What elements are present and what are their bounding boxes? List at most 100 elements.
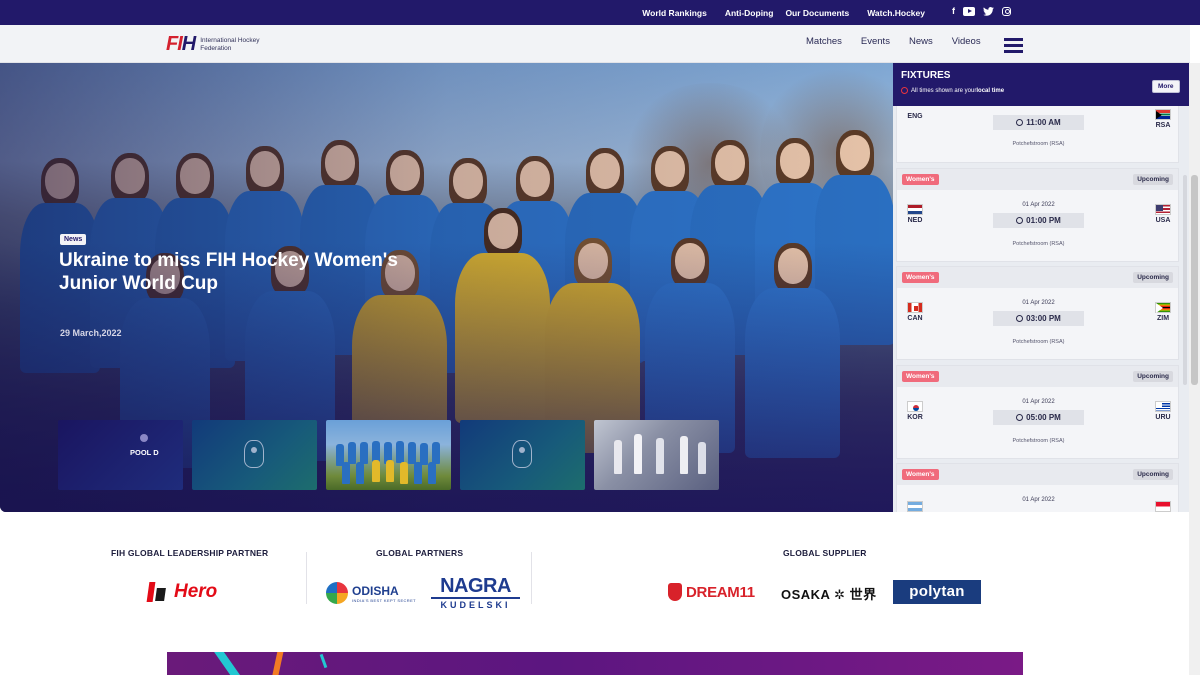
instagram-icon[interactable] [1002, 6, 1011, 16]
away-team: RSA [1150, 109, 1176, 129]
rsa-flag-icon [1155, 109, 1171, 120]
ned-flag-icon [907, 204, 923, 215]
fixture-date: 01 Apr 2022 [1022, 202, 1055, 208]
nav-menu: Matches Events News Videos [806, 36, 1000, 47]
team-code: CAN [907, 315, 923, 322]
thumbnail-emblem[interactable] [192, 420, 317, 490]
hero-carousel[interactable]: News Ukraine to miss FIH Hockey Women's … [0, 63, 893, 512]
thumbnail-team-photo[interactable] [326, 420, 451, 490]
status-chip: Upcoming [1133, 469, 1173, 480]
fixture-chip-row: Women's Upcoming [897, 169, 1178, 190]
global-supplier-title: GLOBAL SUPPLIER [783, 548, 867, 558]
leadership-partner-title: FIH GLOBAL LEADERSHIP PARTNER [111, 548, 269, 558]
home-team: CAN [902, 302, 928, 322]
nav-item-news[interactable]: News [909, 36, 933, 47]
team-code: RSA [1155, 122, 1171, 129]
nagra-logo-text: NAGRA [431, 576, 520, 599]
fixture-venue: Potchefstroom (RSA) [1012, 141, 1065, 147]
social-links: f [952, 6, 1011, 16]
team-code: NED [907, 217, 923, 224]
team-code: ENG [907, 113, 923, 120]
away-team: USA [1150, 204, 1176, 224]
away-team: ZIM [1150, 302, 1176, 322]
thumbnail-emblem[interactable] [460, 420, 585, 490]
info-circle-icon [901, 87, 908, 94]
polytan-supplier-logo[interactable]: polytan [893, 580, 981, 604]
fixture-date: 01 Apr 2022 [1022, 300, 1055, 306]
partner-divider [306, 552, 307, 604]
global-partners-title: GLOBAL PARTNERS [376, 548, 464, 558]
fixture-chip-row: Women's Upcoming [897, 267, 1178, 288]
fixture-date: 01 Apr 2022 [1022, 497, 1055, 503]
fixture-date: 01 Apr 2022 [1022, 399, 1055, 405]
home-team: NED [902, 204, 928, 224]
thumbnail-label: POOL D [130, 448, 159, 457]
dream11-supplier-logo[interactable]: DREAM11 [668, 583, 755, 601]
clock-icon [1016, 119, 1024, 126]
nav-item-matches[interactable]: Matches [806, 36, 842, 47]
can-flag-icon [907, 302, 923, 313]
nav-item-videos[interactable]: Videos [952, 36, 981, 47]
fixture-venue: Potchefstroom (RSA) [1012, 438, 1065, 444]
fih-logo[interactable]: FIH International Hockey Federation [166, 33, 272, 56]
hero-headline[interactable]: Ukraine to miss FIH Hockey Women's Junio… [59, 249, 439, 295]
hero-thumbnails: POOL D [58, 420, 719, 490]
team-code: URU [1155, 414, 1171, 421]
hero-logo-mark-icon [148, 580, 166, 604]
hero-partner-logo[interactable]: Hero [148, 580, 217, 604]
hero-category-tag[interactable]: News [60, 234, 87, 245]
utility-links: World Rankings Anti-Doping Our Documents… [624, 0, 925, 25]
status-chip: Upcoming [1133, 174, 1173, 185]
team-code: USA [1155, 217, 1171, 224]
dream11-helmet-icon [668, 583, 682, 601]
status-chip: Upcoming [1133, 272, 1173, 283]
odisha-partner-logo[interactable]: ODISHA INDIA'S BEST KEPT SECRET [326, 582, 416, 604]
usa-flag-icon [1155, 204, 1171, 215]
kor-flag-icon [907, 401, 923, 412]
utility-link-our-documents[interactable]: Our Documents [785, 8, 849, 18]
banner-stripe [271, 652, 285, 675]
fixtures-scrollbar[interactable] [1183, 175, 1187, 385]
top-utility-bar: World Rankings Anti-Doping Our Documents… [0, 0, 1200, 25]
logo-text: International Hockey Federation [200, 36, 260, 52]
osaka-supplier-logo[interactable]: OSAKA ✲ 世界 [781, 584, 877, 603]
fixture-time: 03:00 PM [993, 311, 1084, 326]
pool-emblem-icon [140, 434, 148, 442]
fixture-card[interactable]: Women's Upcoming 01 Apr 2022 CAN ZIM 03:… [896, 266, 1179, 360]
facebook-icon[interactable]: f [952, 6, 955, 16]
clock-icon [1016, 414, 1024, 421]
fixtures-header: FIXTURES All times shown are your local … [893, 63, 1189, 106]
fixture-card[interactable]: Women's Upcoming 01 Apr 2022 [896, 463, 1179, 512]
fixture-time: 05:00 PM [993, 410, 1084, 425]
promo-banner[interactable] [167, 652, 1023, 675]
odisha-tagline: INDIA'S BEST KEPT SECRET [352, 597, 417, 603]
fixture-card[interactable]: Women's Upcoming 01 Apr 2022 KOR URU 05:… [896, 365, 1179, 459]
youtube-icon[interactable] [963, 6, 975, 16]
banner-stripe [319, 653, 328, 669]
fixture-chip-row: Women's Upcoming [897, 366, 1178, 387]
utility-link-world-rankings[interactable]: World Rankings [642, 8, 707, 18]
page-scrollbar-thumb[interactable] [1191, 175, 1198, 385]
fih-emblem-icon [512, 440, 532, 468]
away-team: URU [1150, 401, 1176, 421]
nav-item-events[interactable]: Events [861, 36, 890, 47]
category-chip: Women's [902, 272, 939, 283]
hamburger-menu-icon[interactable] [1004, 38, 1023, 53]
hero-logo-text: Hero [174, 581, 218, 602]
fih-logo-mark: FIH [166, 33, 196, 55]
nagra-partner-logo[interactable]: NAGRA KUDELSKI [431, 576, 520, 610]
thumbnail-pool-d[interactable]: POOL D [58, 420, 183, 490]
home-team: ENG [902, 111, 928, 120]
twitter-icon[interactable] [983, 6, 994, 16]
team-code: KOR [907, 414, 923, 421]
dream11-logo-text: DREAM11 [686, 583, 755, 601]
fixtures-panel: ENG RSA 11:00 AM Potchefstroom (RSA) Wom… [893, 63, 1189, 512]
fixtures-more-button[interactable]: More [1152, 80, 1180, 93]
fixture-card[interactable]: ENG RSA 11:00 AM Potchefstroom (RSA) [896, 106, 1179, 163]
utility-link-watch-hockey[interactable]: Watch.Hockey [867, 8, 925, 18]
utility-link-anti-doping[interactable]: Anti-Doping [725, 8, 774, 18]
thumbnail-match-action[interactable] [594, 420, 719, 490]
category-chip: Women's [902, 174, 939, 185]
fixture-card[interactable]: Women's Upcoming 01 Apr 2022 NED USA 01:… [896, 168, 1179, 262]
fixture-time: 11:00 AM [993, 115, 1084, 130]
